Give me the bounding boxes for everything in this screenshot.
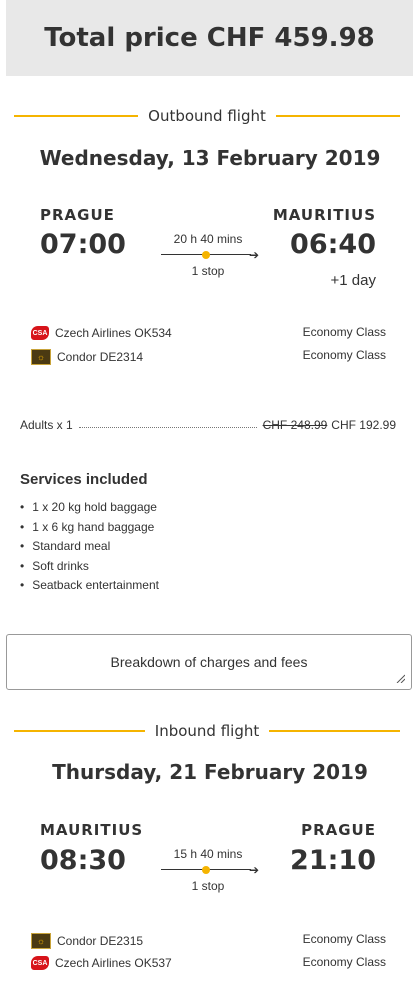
czech-airlines-logo-icon: CSA [31, 956, 49, 970]
plus-day-indicator: +1 day [330, 272, 376, 289]
outbound-segment-1: CSA Czech Airlines OK534 [31, 326, 172, 340]
inbound-date: Thursday, 21 February 2019 [52, 760, 368, 784]
inbound-route: 15 h 40 mins ➔ 1 stop [153, 847, 263, 893]
dotted-leader [78, 418, 257, 428]
breakdown-charges-button[interactable]: Breakdown of charges and fees [6, 634, 412, 690]
stop-dot-icon [202, 866, 210, 874]
passenger-price-row: Adults x 1 CHF 248.99 CHF 192.99 [20, 418, 396, 432]
divider [275, 115, 401, 117]
outbound-segment-2: ☼ Condor DE2314 [31, 349, 143, 365]
outbound-duration: 20 h 40 mins [173, 232, 243, 246]
arrow-right-icon: ➔ [248, 863, 259, 877]
outbound-date: Wednesday, 13 February 2019 [39, 146, 381, 170]
list-item: Soft drinks [20, 557, 159, 577]
outbound-departure-time: 07:00 [40, 229, 126, 260]
list-item: Seatback entertainment [20, 576, 159, 596]
route-line: ➔ [153, 863, 263, 877]
new-price: CHF 192.99 [331, 418, 396, 432]
resize-handle-icon [396, 674, 405, 683]
services-title: Services included [20, 471, 148, 488]
route-line: ➔ [153, 248, 263, 262]
outbound-arrival-time: 06:40 [290, 229, 376, 260]
segment-class: Economy Class [302, 348, 386, 362]
outbound-heading-label: Outbound flight [148, 107, 266, 125]
outbound-heading: Outbound flight [14, 106, 401, 126]
list-item: Standard meal [20, 537, 159, 557]
old-price: CHF 248.99 [262, 418, 328, 432]
divider [269, 730, 400, 732]
passenger-label: Adults x 1 [20, 418, 73, 432]
outbound-destination-city: MAURITIUS [272, 206, 376, 224]
inbound-origin-city: MAURITIUS [40, 821, 144, 839]
segment-airline: Czech Airlines OK537 [55, 956, 172, 970]
segment-class: Economy Class [302, 325, 386, 339]
outbound-stops: 1 stop [191, 264, 225, 278]
segment-airline: Czech Airlines OK534 [55, 326, 172, 340]
segment-airline: Condor DE2314 [57, 350, 144, 364]
inbound-arrival-time: 21:10 [290, 845, 376, 876]
services-list: 1 x 20 kg hold baggage 1 x 6 kg hand bag… [20, 498, 159, 596]
segment-class: Economy Class [302, 932, 386, 946]
inbound-heading-label: Inbound flight [154, 722, 260, 740]
outbound-route: 20 h 40 mins ➔ 1 stop [153, 232, 263, 278]
total-price: Total price CHF 459.98 [6, 0, 413, 76]
divider [14, 730, 145, 732]
arrow-right-icon: ➔ [248, 248, 259, 262]
segment-class: Economy Class [302, 955, 386, 969]
outbound-origin-city: PRAGUE [40, 206, 115, 224]
list-item: 1 x 20 kg hold baggage [20, 498, 159, 518]
czech-airlines-logo-icon: CSA [31, 326, 49, 340]
list-item: 1 x 6 kg hand baggage [20, 518, 159, 538]
divider [14, 115, 139, 117]
inbound-duration: 15 h 40 mins [173, 847, 243, 861]
stop-dot-icon [202, 251, 210, 259]
inbound-heading: Inbound flight [14, 721, 400, 741]
condor-logo-icon: ☼ [31, 933, 51, 949]
inbound-segment-1: ☼ Condor DE2315 [31, 933, 143, 949]
breakdown-label: Breakdown of charges and fees [110, 654, 308, 670]
inbound-stops: 1 stop [191, 879, 225, 893]
inbound-segment-2: CSA Czech Airlines OK537 [31, 956, 172, 970]
segment-airline: Condor DE2315 [57, 934, 144, 948]
inbound-departure-time: 08:30 [40, 845, 126, 876]
inbound-destination-city: PRAGUE [301, 821, 376, 839]
condor-logo-icon: ☼ [31, 349, 51, 365]
